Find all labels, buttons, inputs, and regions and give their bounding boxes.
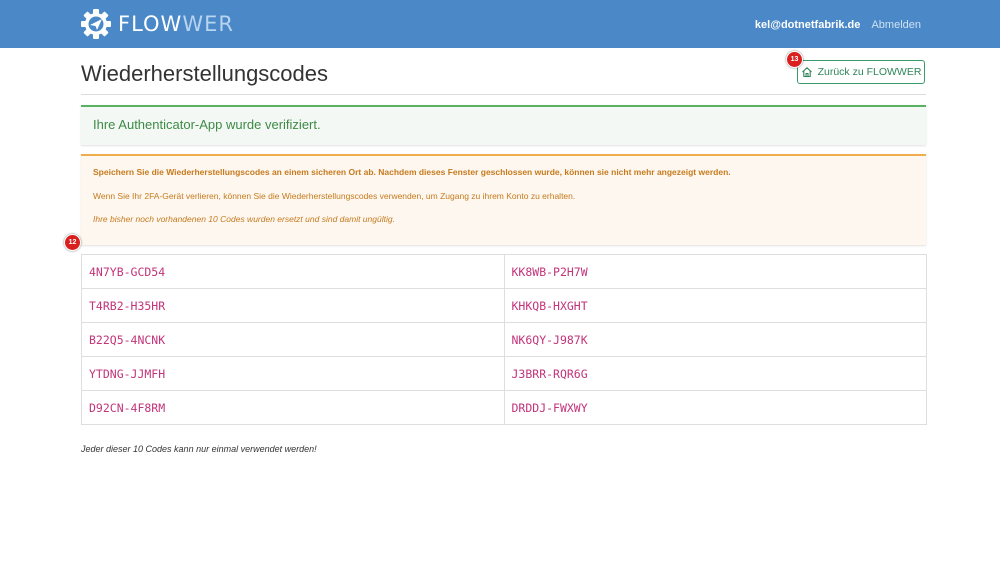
recovery-code: YTDNG-JJMFH [81,356,505,391]
user-email-link[interactable]: kel@dotnetfabrik.de [755,19,860,31]
recovery-code: D92CN-4F8RM [81,390,505,425]
success-alert-text: Ihre Authenticator-App wurde verifiziert… [93,117,321,132]
recovery-code: B22Q5-4NCNK [81,322,505,357]
table-row: D92CN-4F8RM DRDDJ-FWXWY [81,390,927,425]
brand-logo-link[interactable]: FLOWWER [80,9,234,39]
warning-alert-bold-text: Speichern Sie die Wiederherstellungscode… [93,167,731,177]
top-navbar: FLOWWER kel@dotnetfabrik.de Abmelden [0,0,1000,48]
warning-alert-text: Wenn Sie Ihr 2FA-Gerät verlieren, können… [93,191,576,201]
warning-alert: Speichern Sie die Wiederherstellungscode… [81,154,926,245]
home-icon [801,67,812,78]
recovery-code: T4RB2-H35HR [81,288,505,323]
success-alert: Ihre Authenticator-App wurde verifiziert… [81,105,926,145]
table-row: 4N7YB-GCD54 KK8WB-P2H7W [81,254,927,289]
recovery-code: NK6QY-J987K [503,322,927,357]
recovery-code: J3BRR-RQR6G [503,356,927,391]
warning-alert-italic-text: Ihre bisher noch vorhandenen 10 Codes wu… [93,214,395,224]
table-row: YTDNG-JJMFH J3BRR-RQR6G [81,356,927,391]
recovery-code: KK8WB-P2H7W [503,254,927,289]
user-nav: kel@dotnetfabrik.de Abmelden [755,18,921,32]
gear-airplane-icon [81,9,111,39]
brand-name-light: WER [182,12,234,36]
single-use-note: Jeder dieser 10 Codes kann nur einmal ve… [81,444,317,454]
back-button-label: Zurück zu FLOWWER [817,66,922,78]
recovery-codes-table: 4N7YB-GCD54 KK8WB-P2H7W T4RB2-H35HR KHKQ… [81,254,927,425]
brand-name: FLOWWER [118,9,234,39]
logout-link[interactable]: Abmelden [871,19,921,31]
annotation-marker-12: 12 [64,234,81,251]
annotation-marker-13: 13 [786,51,803,68]
table-row: T4RB2-H35HR KHKQB-HXGHT [81,288,927,323]
recovery-code: KHKQB-HXGHT [503,288,927,323]
page-title: Wiederherstellungscodes [81,61,329,86]
recovery-code: DRDDJ-FWXWY [503,390,927,425]
recovery-code: 4N7YB-GCD54 [81,254,505,289]
table-row: B22Q5-4NCNK NK6QY-J987K [81,322,927,357]
brand-name-strong: FLOW [118,12,183,36]
title-divider [81,94,926,95]
back-to-flowwer-button[interactable]: Zurück zu FLOWWER [797,60,925,84]
